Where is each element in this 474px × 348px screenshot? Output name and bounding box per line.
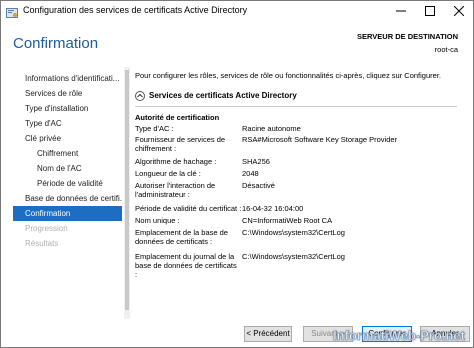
sidebar-item-certificate-database[interactable]: Base de données de certifi... [13,191,122,206]
summary-key: Emplacement du journal de la base de don… [135,252,237,279]
configure-button[interactable]: Configurer [362,326,412,342]
sidebar-item-setup-type[interactable]: Type d'installation [13,101,122,116]
minimize-icon [396,10,406,12]
vertical-scrollbar[interactable] [124,67,130,319]
chevron-up-icon[interactable] [135,91,145,101]
summary-value: SHA256 [242,157,270,166]
maximize-button[interactable] [416,1,444,21]
title-bar[interactable]: Configuration des services de certificat… [1,1,473,23]
scrollbar-thumb[interactable] [125,70,129,310]
maximize-icon [425,6,435,16]
sidebar-item-credentials[interactable]: Informations d'identificati... [13,71,122,86]
summary-value: 2048 [242,169,259,178]
summary-key: Longueur de la clé : [135,169,201,178]
destination-server-name: root-ca [434,45,458,54]
summary-key: Algorithme de hachage : [135,157,217,166]
sidebar-item-results: Résultats [25,239,59,248]
intro-text: Pour configurer les rôles, services de r… [135,71,441,80]
previous-button[interactable]: < Précédent [244,326,292,342]
sidebar-item-ca-type[interactable]: Type d'AC [13,116,122,131]
summary-value: Désactivé [242,181,275,190]
sidebar-item-role-services[interactable]: Services de rôle [13,86,122,101]
summary-value: C:\Windows\system32\CertLog [242,228,345,237]
summary-key: Nom unique : [135,216,180,225]
page-title: Confirmation [13,35,99,52]
summary-key: Emplacement de la base de données de cer… [135,228,228,246]
certificate-services-icon [6,6,18,18]
sidebar-item-private-key[interactable]: Clé privée [13,131,122,146]
sidebar-item-progress: Progression [25,224,68,233]
section-header[interactable]: Services de certificats Active Directory [135,89,451,105]
confirmation-panel: Pour configurer les rôles, services de r… [124,67,465,319]
next-button[interactable]: Suivant > [303,326,353,342]
section-divider [135,106,457,107]
sidebar-item-cryptography[interactable]: Chiffrement [13,146,122,161]
summary-value: C:\Windows\system32\CertLog [242,252,345,261]
summary-value: CN=InformatiWeb Root CA [242,216,333,225]
close-button[interactable] [445,1,473,21]
summary-key: Type d'AC : [135,124,174,133]
destination-server-label: SERVEUR DE DESTINATION [357,32,458,41]
sidebar-item-ca-name[interactable]: Nom de l'AC [13,161,122,176]
group-title: Autorité de certification [135,113,220,122]
close-icon [454,6,464,16]
sidebar-item-validity-period[interactable]: Période de validité [13,176,122,191]
wizard-window: Configuration des services de certificat… [0,0,474,348]
minimize-button[interactable] [387,1,415,21]
section-title: Services de certificats Active Directory [149,91,297,100]
summary-value: 16-04-32 16:04:00 [242,204,304,213]
summary-key: Période de validité du certificat : [135,204,242,213]
wizard-sidebar: Informations d'identificati... Services … [13,71,122,251]
summary-value: Racine autonome [242,124,301,133]
sidebar-item-confirmation[interactable]: Confirmation [13,206,122,221]
summary-key: Fournisseur de services de chiffrement : [135,135,226,153]
cancel-button[interactable]: Annuler [420,326,470,342]
summary-value: RSA#Microsoft Software Key Storage Provi… [242,135,398,144]
window-title: Configuration des services de certificat… [23,5,248,15]
summary-key: Autoriser l'interaction de l'administrat… [135,181,216,199]
